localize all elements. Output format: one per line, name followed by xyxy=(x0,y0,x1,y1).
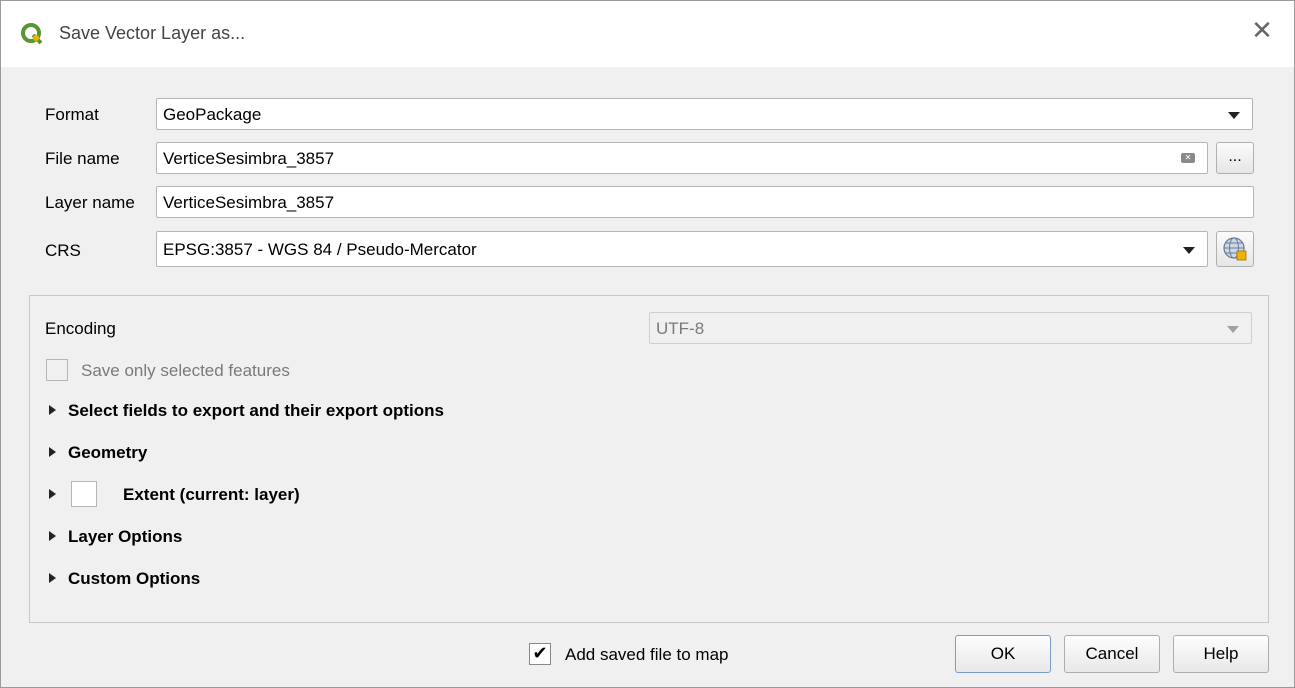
clear-icon[interactable]: ✕ xyxy=(1181,153,1195,163)
ok-button[interactable]: OK xyxy=(955,635,1051,673)
encoding-select[interactable]: UTF-8 xyxy=(649,312,1252,344)
format-label: Format xyxy=(45,105,99,124)
qgis-logo-icon xyxy=(21,23,43,45)
layername-label: Layer name xyxy=(45,193,135,212)
section-layer-options[interactable]: Layer Options xyxy=(49,527,182,547)
add-to-map-checkbox[interactable]: ✔ xyxy=(529,643,551,665)
crs-value: EPSG:3857 - WGS 84 / Pseudo-Mercator xyxy=(163,240,477,259)
layername-field[interactable]: VerticeSesimbra_3857 xyxy=(156,186,1254,218)
window-title: Save Vector Layer as... xyxy=(59,23,246,43)
section-label: Layer Options xyxy=(68,527,183,546)
extent-checkbox[interactable] xyxy=(71,481,97,507)
chevron-down-icon xyxy=(1228,112,1240,119)
expand-arrow-icon xyxy=(49,531,56,541)
crs-select[interactable]: EPSG:3857 - WGS 84 / Pseudo-Mercator xyxy=(156,231,1208,267)
expand-arrow-icon xyxy=(49,489,56,499)
format-select[interactable]: GeoPackage xyxy=(156,98,1253,130)
section-label: Select fields to export and their export… xyxy=(68,401,444,420)
save-selected-label: Save only selected features xyxy=(81,361,290,380)
save-selected-checkbox[interactable] xyxy=(46,359,68,381)
encoding-value: UTF-8 xyxy=(656,319,705,338)
add-to-map-label: Add saved file to map xyxy=(565,645,729,664)
chevron-down-icon xyxy=(1183,247,1195,254)
section-select-fields[interactable]: Select fields to export and their export… xyxy=(49,401,444,421)
section-custom-options[interactable]: Custom Options xyxy=(49,569,200,589)
filename-field[interactable]: VerticeSesimbra_3857 ✕ xyxy=(156,142,1208,174)
extent-label: Extent (current: layer) xyxy=(123,485,300,504)
close-icon[interactable]: ✕ xyxy=(1250,18,1274,44)
help-button[interactable]: Help xyxy=(1173,635,1269,673)
save-vector-layer-dialog: Save Vector Layer as... ✕ Format GeoPack… xyxy=(0,0,1295,688)
options-panel xyxy=(29,295,1269,623)
browse-button[interactable]: ... xyxy=(1216,142,1254,174)
title-bar: Save Vector Layer as... ✕ xyxy=(1,1,1294,67)
expand-arrow-icon xyxy=(49,573,56,583)
expand-arrow-icon xyxy=(49,447,56,457)
crs-selector-button[interactable] xyxy=(1216,231,1254,267)
format-value: GeoPackage xyxy=(163,105,262,124)
expand-arrow-icon xyxy=(49,405,56,415)
layername-value: VerticeSesimbra_3857 xyxy=(163,193,335,212)
section-extent[interactable] xyxy=(49,485,68,505)
chevron-down-icon xyxy=(1227,326,1239,333)
globe-icon xyxy=(1223,237,1247,261)
filename-label: File name xyxy=(45,149,120,168)
section-label: Geometry xyxy=(68,443,148,462)
section-label: Custom Options xyxy=(68,569,201,588)
cancel-button[interactable]: Cancel xyxy=(1064,635,1160,673)
encoding-label: Encoding xyxy=(45,319,116,338)
filename-value: VerticeSesimbra_3857 xyxy=(163,149,335,168)
section-geometry[interactable]: Geometry xyxy=(49,443,147,463)
crs-label: CRS xyxy=(45,241,81,260)
